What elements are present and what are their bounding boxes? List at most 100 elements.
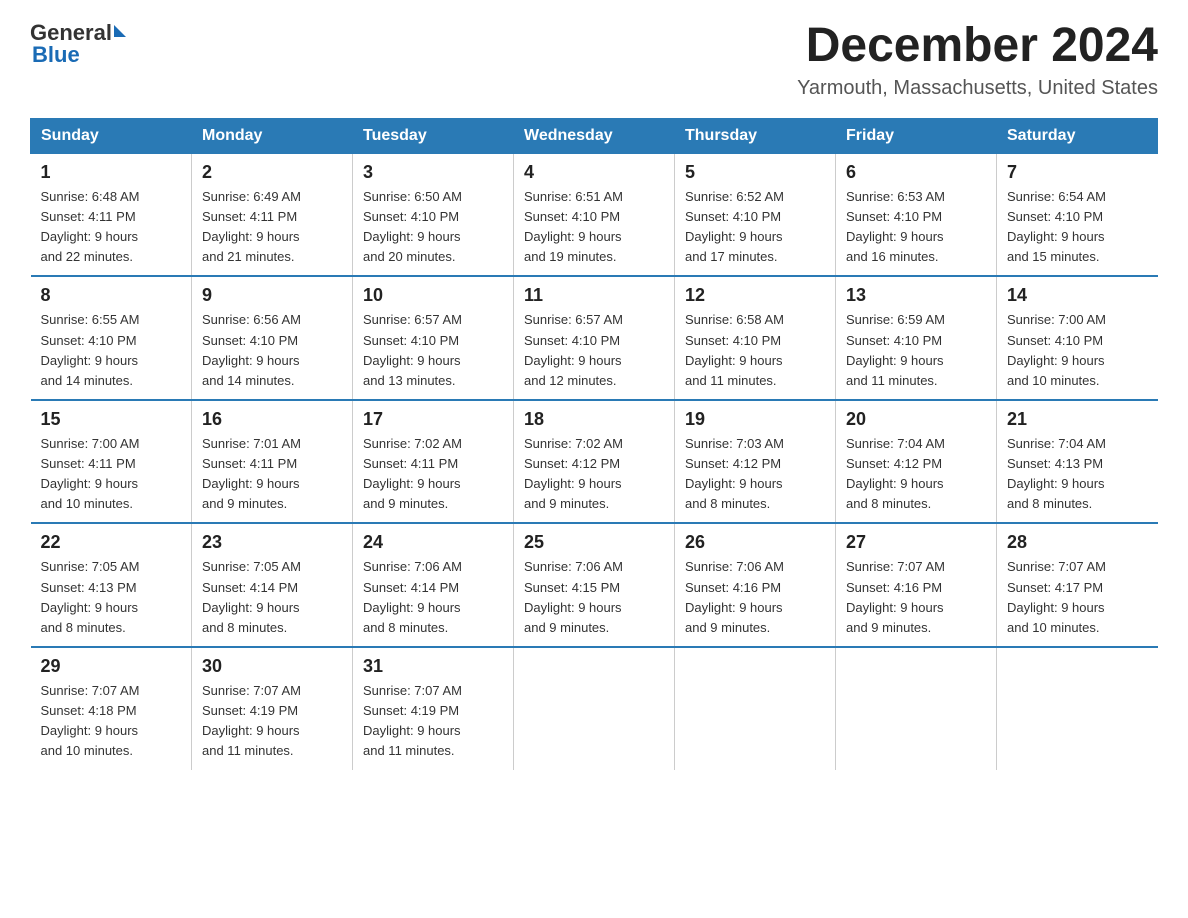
logo-triangle-icon	[114, 25, 126, 37]
day-info: Sunrise: 7:07 AM Sunset: 4:18 PM Dayligh…	[41, 681, 182, 762]
day-info: Sunrise: 7:02 AM Sunset: 4:11 PM Dayligh…	[363, 434, 503, 515]
day-info: Sunrise: 6:55 AM Sunset: 4:10 PM Dayligh…	[41, 310, 182, 391]
calendar-day-cell: 9 Sunrise: 6:56 AM Sunset: 4:10 PM Dayli…	[192, 276, 353, 400]
day-number: 11	[524, 285, 664, 306]
day-of-week-header: Tuesday	[353, 118, 514, 153]
calendar-week-row: 1 Sunrise: 6:48 AM Sunset: 4:11 PM Dayli…	[31, 153, 1158, 276]
calendar-day-cell: 10 Sunrise: 6:57 AM Sunset: 4:10 PM Dayl…	[353, 276, 514, 400]
day-of-week-header: Saturday	[997, 118, 1158, 153]
calendar-day-cell: 24 Sunrise: 7:06 AM Sunset: 4:14 PM Dayl…	[353, 523, 514, 647]
month-year-title: December 2024	[797, 20, 1158, 73]
day-info: Sunrise: 7:06 AM Sunset: 4:15 PM Dayligh…	[524, 557, 664, 638]
calendar-day-cell: 14 Sunrise: 7:00 AM Sunset: 4:10 PM Dayl…	[997, 276, 1158, 400]
day-info: Sunrise: 6:51 AM Sunset: 4:10 PM Dayligh…	[524, 187, 664, 268]
day-info: Sunrise: 6:54 AM Sunset: 4:10 PM Dayligh…	[1007, 187, 1148, 268]
day-info: Sunrise: 6:50 AM Sunset: 4:10 PM Dayligh…	[363, 187, 503, 268]
day-info: Sunrise: 6:59 AM Sunset: 4:10 PM Dayligh…	[846, 310, 986, 391]
day-number: 12	[685, 285, 825, 306]
day-info: Sunrise: 7:06 AM Sunset: 4:14 PM Dayligh…	[363, 557, 503, 638]
calendar-day-cell: 22 Sunrise: 7:05 AM Sunset: 4:13 PM Dayl…	[31, 523, 192, 647]
day-number: 9	[202, 285, 342, 306]
calendar-day-cell: 17 Sunrise: 7:02 AM Sunset: 4:11 PM Dayl…	[353, 400, 514, 524]
day-number: 14	[1007, 285, 1148, 306]
calendar-week-row: 8 Sunrise: 6:55 AM Sunset: 4:10 PM Dayli…	[31, 276, 1158, 400]
day-of-week-header: Friday	[836, 118, 997, 153]
calendar-day-cell: 12 Sunrise: 6:58 AM Sunset: 4:10 PM Dayl…	[675, 276, 836, 400]
day-info: Sunrise: 6:58 AM Sunset: 4:10 PM Dayligh…	[685, 310, 825, 391]
day-number: 2	[202, 162, 342, 183]
day-info: Sunrise: 7:06 AM Sunset: 4:16 PM Dayligh…	[685, 557, 825, 638]
calendar-day-cell: 20 Sunrise: 7:04 AM Sunset: 4:12 PM Dayl…	[836, 400, 997, 524]
calendar-day-cell: 3 Sunrise: 6:50 AM Sunset: 4:10 PM Dayli…	[353, 153, 514, 276]
day-number: 17	[363, 409, 503, 430]
calendar-week-row: 29 Sunrise: 7:07 AM Sunset: 4:18 PM Dayl…	[31, 647, 1158, 770]
day-of-week-header: Wednesday	[514, 118, 675, 153]
day-number: 29	[41, 656, 182, 677]
calendar-day-cell: 29 Sunrise: 7:07 AM Sunset: 4:18 PM Dayl…	[31, 647, 192, 770]
calendar-day-cell: 1 Sunrise: 6:48 AM Sunset: 4:11 PM Dayli…	[31, 153, 192, 276]
day-info: Sunrise: 6:57 AM Sunset: 4:10 PM Dayligh…	[524, 310, 664, 391]
day-number: 8	[41, 285, 182, 306]
title-area: December 2024 Yarmouth, Massachusetts, U…	[797, 20, 1158, 100]
day-info: Sunrise: 6:52 AM Sunset: 4:10 PM Dayligh…	[685, 187, 825, 268]
day-info: Sunrise: 7:00 AM Sunset: 4:11 PM Dayligh…	[41, 434, 182, 515]
calendar-day-cell: 7 Sunrise: 6:54 AM Sunset: 4:10 PM Dayli…	[997, 153, 1158, 276]
day-of-week-header: Monday	[192, 118, 353, 153]
day-number: 1	[41, 162, 182, 183]
day-number: 20	[846, 409, 986, 430]
day-number: 22	[41, 532, 182, 553]
calendar-day-cell: 21 Sunrise: 7:04 AM Sunset: 4:13 PM Dayl…	[997, 400, 1158, 524]
calendar-day-cell: 23 Sunrise: 7:05 AM Sunset: 4:14 PM Dayl…	[192, 523, 353, 647]
calendar-day-cell: 2 Sunrise: 6:49 AM Sunset: 4:11 PM Dayli…	[192, 153, 353, 276]
day-number: 13	[846, 285, 986, 306]
calendar-day-cell: 30 Sunrise: 7:07 AM Sunset: 4:19 PM Dayl…	[192, 647, 353, 770]
calendar-day-cell: 13 Sunrise: 6:59 AM Sunset: 4:10 PM Dayl…	[836, 276, 997, 400]
calendar-day-cell: 5 Sunrise: 6:52 AM Sunset: 4:10 PM Dayli…	[675, 153, 836, 276]
day-of-week-header: Thursday	[675, 118, 836, 153]
calendar-day-cell: 19 Sunrise: 7:03 AM Sunset: 4:12 PM Dayl…	[675, 400, 836, 524]
day-number: 28	[1007, 532, 1148, 553]
calendar-day-cell: 27 Sunrise: 7:07 AM Sunset: 4:16 PM Dayl…	[836, 523, 997, 647]
day-info: Sunrise: 7:07 AM Sunset: 4:19 PM Dayligh…	[202, 681, 342, 762]
calendar-day-cell: 11 Sunrise: 6:57 AM Sunset: 4:10 PM Dayl…	[514, 276, 675, 400]
calendar-week-row: 22 Sunrise: 7:05 AM Sunset: 4:13 PM Dayl…	[31, 523, 1158, 647]
calendar-table: SundayMondayTuesdayWednesdayThursdayFrid…	[30, 118, 1158, 770]
calendar-day-cell: 31 Sunrise: 7:07 AM Sunset: 4:19 PM Dayl…	[353, 647, 514, 770]
day-number: 4	[524, 162, 664, 183]
calendar-day-cell	[997, 647, 1158, 770]
day-info: Sunrise: 6:56 AM Sunset: 4:10 PM Dayligh…	[202, 310, 342, 391]
day-of-week-header: Sunday	[31, 118, 192, 153]
day-info: Sunrise: 7:07 AM Sunset: 4:17 PM Dayligh…	[1007, 557, 1148, 638]
day-number: 27	[846, 532, 986, 553]
calendar-day-cell	[675, 647, 836, 770]
day-number: 10	[363, 285, 503, 306]
day-info: Sunrise: 7:05 AM Sunset: 4:13 PM Dayligh…	[41, 557, 182, 638]
calendar-day-cell	[514, 647, 675, 770]
calendar-day-cell: 4 Sunrise: 6:51 AM Sunset: 4:10 PM Dayli…	[514, 153, 675, 276]
day-info: Sunrise: 6:53 AM Sunset: 4:10 PM Dayligh…	[846, 187, 986, 268]
day-number: 25	[524, 532, 664, 553]
calendar-day-cell: 15 Sunrise: 7:00 AM Sunset: 4:11 PM Dayl…	[31, 400, 192, 524]
day-number: 30	[202, 656, 342, 677]
location-subtitle: Yarmouth, Massachusetts, United States	[797, 77, 1158, 100]
day-info: Sunrise: 7:05 AM Sunset: 4:14 PM Dayligh…	[202, 557, 342, 638]
day-info: Sunrise: 7:07 AM Sunset: 4:16 PM Dayligh…	[846, 557, 986, 638]
day-info: Sunrise: 7:07 AM Sunset: 4:19 PM Dayligh…	[363, 681, 503, 762]
page-header: General Blue December 2024 Yarmouth, Mas…	[30, 20, 1158, 100]
day-info: Sunrise: 7:03 AM Sunset: 4:12 PM Dayligh…	[685, 434, 825, 515]
day-number: 21	[1007, 409, 1148, 430]
calendar-day-cell: 28 Sunrise: 7:07 AM Sunset: 4:17 PM Dayl…	[997, 523, 1158, 647]
day-info: Sunrise: 6:57 AM Sunset: 4:10 PM Dayligh…	[363, 310, 503, 391]
calendar-day-cell: 25 Sunrise: 7:06 AM Sunset: 4:15 PM Dayl…	[514, 523, 675, 647]
day-number: 19	[685, 409, 825, 430]
day-info: Sunrise: 7:01 AM Sunset: 4:11 PM Dayligh…	[202, 434, 342, 515]
day-number: 7	[1007, 162, 1148, 183]
day-number: 31	[363, 656, 503, 677]
day-number: 3	[363, 162, 503, 183]
calendar-day-cell: 16 Sunrise: 7:01 AM Sunset: 4:11 PM Dayl…	[192, 400, 353, 524]
day-info: Sunrise: 7:04 AM Sunset: 4:12 PM Dayligh…	[846, 434, 986, 515]
day-number: 6	[846, 162, 986, 183]
calendar-day-cell: 8 Sunrise: 6:55 AM Sunset: 4:10 PM Dayli…	[31, 276, 192, 400]
day-number: 15	[41, 409, 182, 430]
calendar-day-cell	[836, 647, 997, 770]
